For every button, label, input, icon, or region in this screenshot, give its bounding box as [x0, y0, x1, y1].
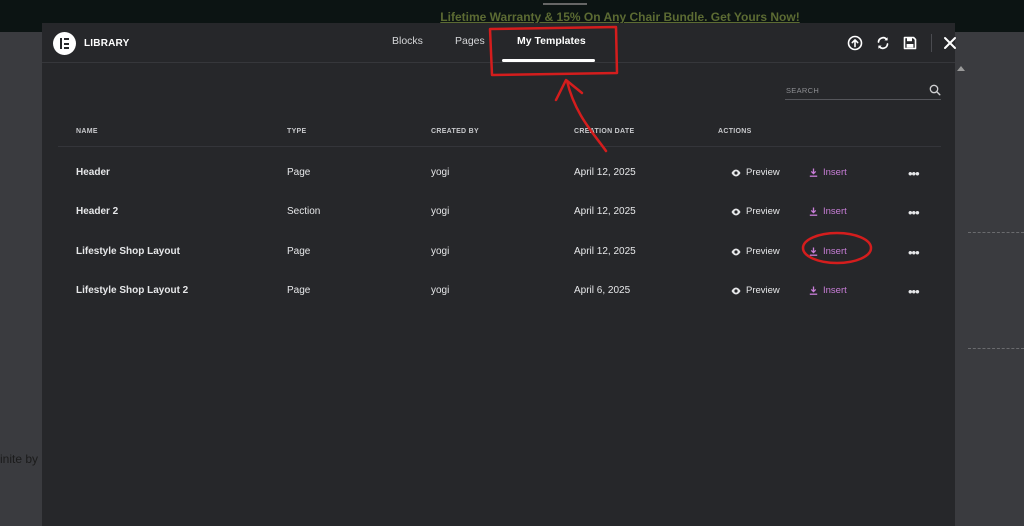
template-author: yogi [431, 246, 450, 257]
template-type: Section [287, 206, 321, 217]
scroll-up-arrow-icon[interactable] [957, 66, 965, 71]
preview-label: Preview [746, 167, 780, 178]
insert-label: Insert [823, 167, 847, 178]
library-title: LIBRARY [84, 38, 130, 49]
eye-icon [731, 248, 741, 255]
insert-label: Insert [823, 206, 847, 217]
column-header-name: NAME [76, 128, 98, 135]
preview-button[interactable]: Preview [731, 246, 780, 257]
search-icon[interactable] [929, 84, 941, 96]
eye-icon [731, 169, 741, 176]
active-tab-indicator [502, 59, 595, 62]
template-date: April 6, 2025 [574, 285, 631, 296]
insert-button[interactable]: Insert [809, 285, 847, 296]
preview-label: Preview [746, 206, 780, 217]
template-name: Lifestyle Shop Layout [76, 246, 180, 257]
preview-label: Preview [746, 246, 780, 257]
download-icon [809, 207, 818, 216]
eye-icon [731, 208, 741, 215]
sync-icon[interactable] [875, 35, 891, 51]
background-text: inite by [0, 452, 39, 466]
column-header-actions: ACTIONS [718, 128, 752, 135]
promo-text[interactable]: Lifetime Warranty & 15% On Any Chair Bun… [0, 10, 1024, 24]
more-options-icon[interactable]: ••• [908, 284, 920, 299]
template-author: yogi [431, 206, 450, 217]
download-icon [809, 247, 818, 256]
more-options-icon[interactable]: ••• [908, 245, 920, 260]
template-type: Page [287, 246, 311, 257]
table-row: Lifestyle Shop Layout 2 Page yogi April … [42, 272, 955, 311]
column-header-created-by: CREATED BY [431, 128, 479, 135]
search-field[interactable] [785, 83, 941, 100]
template-name: Header [76, 167, 110, 178]
preview-label: Preview [746, 285, 780, 296]
search-input[interactable] [786, 83, 916, 97]
preview-button[interactable]: Preview [731, 206, 780, 217]
modal-header: LIBRARY Blocks Pages My Templates [42, 23, 958, 63]
header-separator [931, 34, 932, 52]
banner-indicator [543, 3, 587, 5]
background-divider [968, 348, 1024, 349]
template-author: yogi [431, 167, 450, 178]
template-type: Page [287, 285, 311, 296]
template-type: Page [287, 167, 311, 178]
column-header-creation-date: CREATION DATE [574, 128, 635, 135]
insert-button[interactable]: Insert [809, 167, 847, 178]
template-date: April 12, 2025 [574, 167, 636, 178]
template-author: yogi [431, 285, 450, 296]
library-modal: LIBRARY Blocks Pages My Templates SEARCH… [42, 23, 958, 526]
table-header-divider [58, 146, 941, 147]
background-divider [968, 232, 1024, 233]
insert-button[interactable]: Insert [809, 246, 847, 257]
column-header-type: TYPE [287, 128, 307, 135]
table-row: Header 2 Section yogi April 12, 2025 Pre… [42, 193, 955, 232]
more-options-icon[interactable]: ••• [908, 205, 920, 220]
download-icon [809, 168, 818, 177]
preview-button[interactable]: Preview [731, 167, 780, 178]
template-name: Header 2 [76, 206, 119, 217]
table-row: Lifestyle Shop Layout Page yogi April 12… [42, 233, 955, 272]
table-row: Header Page yogi April 12, 2025 Preview … [42, 154, 955, 193]
insert-label: Insert [823, 285, 847, 296]
close-icon[interactable] [942, 35, 958, 51]
insert-button[interactable]: Insert [809, 206, 847, 217]
tab-pages[interactable]: Pages [455, 35, 485, 47]
template-date: April 12, 2025 [574, 246, 636, 257]
insert-label: Insert [823, 246, 847, 257]
more-options-icon[interactable]: ••• [908, 166, 920, 181]
tab-blocks[interactable]: Blocks [392, 35, 423, 47]
save-icon[interactable] [902, 35, 918, 51]
tab-my-templates[interactable]: My Templates [517, 35, 586, 47]
template-date: April 12, 2025 [574, 206, 636, 217]
upload-icon[interactable] [847, 35, 863, 51]
preview-button[interactable]: Preview [731, 285, 780, 296]
elementor-logo-icon [53, 32, 76, 55]
eye-icon [731, 287, 741, 294]
download-icon [809, 286, 818, 295]
template-name: Lifestyle Shop Layout 2 [76, 285, 189, 296]
